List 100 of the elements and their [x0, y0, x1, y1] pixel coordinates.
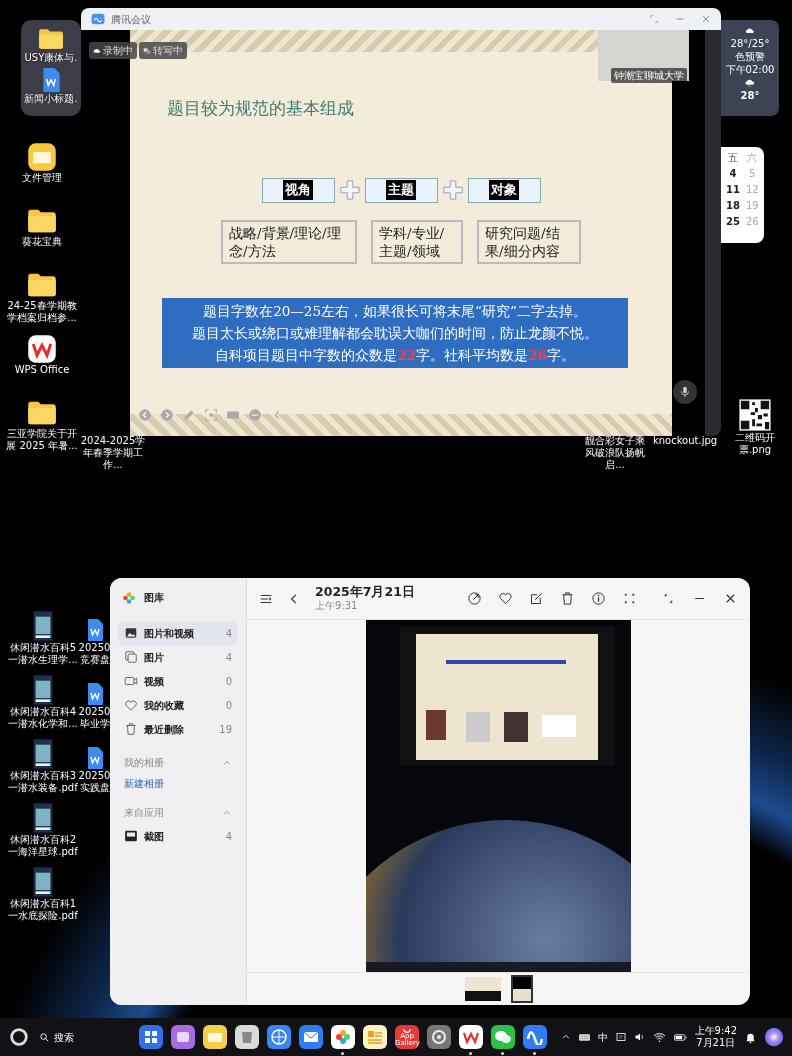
file-label[interactable]: 20250 实践盘 — [78, 770, 111, 794]
header-label: 视角 — [283, 180, 313, 200]
taskbar-app[interactable] — [203, 1025, 227, 1049]
file-label[interactable]: 20250 竞赛盘 — [78, 642, 111, 666]
folder-icon[interactable] — [38, 26, 64, 52]
photo-time: 上午9:31 — [315, 600, 359, 611]
window-title: 腾讯会议 — [111, 12, 151, 27]
share-icon[interactable] — [467, 591, 482, 606]
calendar-day: 26 — [745, 216, 759, 228]
taskbar-app[interactable] — [267, 1025, 291, 1049]
app-logo-icon — [91, 12, 105, 26]
photo-date: 2025年7月21日 — [315, 586, 415, 599]
folder-icon[interactable] — [27, 142, 57, 172]
video-icon — [124, 674, 138, 688]
card-icon — [367, 1029, 383, 1045]
rain-cloud-icon — [744, 77, 756, 88]
badge-label: 转写中 — [153, 44, 183, 58]
forecast-time: 下午02:00 — [725, 64, 775, 75]
wifi-icon[interactable] — [652, 1030, 666, 1044]
thumbnail[interactable] — [464, 977, 501, 1001]
calendar-day: 18 — [726, 200, 740, 212]
taskbar-app[interactable] — [427, 1025, 451, 1049]
taskbar-app[interactable] — [235, 1025, 259, 1049]
thumbnail[interactable] — [510, 975, 533, 1003]
plus-icon — [441, 179, 464, 201]
file-label[interactable]: USY康体与. — [24, 52, 78, 64]
heart-icon[interactable] — [498, 591, 513, 606]
nav-item[interactable]: 图片和视频 4 — [118, 621, 238, 645]
cloud-icon — [744, 26, 756, 36]
note-line: 题目字数在20—25左右，如果很长可将末尾“研究”二字去掉。 — [202, 301, 588, 321]
notes-icon[interactable] — [614, 1031, 627, 1043]
weather-alert-label: 色预警 — [735, 51, 765, 62]
section-heading: 我的相册 — [124, 756, 164, 770]
header-label: 对象 — [489, 180, 519, 200]
app-logo-icon — [122, 590, 136, 605]
file-label[interactable]: 休闲潜水百科3一潜水装备.pdf — [8, 770, 78, 794]
info-icon[interactable] — [591, 591, 606, 606]
window-icon — [175, 1029, 191, 1045]
clock-time[interactable]: 上午9:42 — [694, 1024, 737, 1037]
nav-item[interactable]: 最近删除 19 — [118, 717, 238, 741]
more-icon[interactable] — [622, 591, 637, 606]
chevron-up-icon[interactable] — [560, 1032, 571, 1042]
nav-item[interactable]: 视频 0 — [118, 669, 238, 693]
qr-code-icon[interactable] — [738, 398, 772, 432]
bag-icon — [403, 1027, 411, 1033]
file-label[interactable]: 新闻小标题. — [24, 93, 78, 105]
detail-box: 战略/背景/理论/理念/方法 — [221, 219, 357, 264]
microphone-button[interactable] — [673, 380, 697, 404]
file-label[interactable]: 休闲潜水百科4一潜水化学和... — [8, 706, 78, 730]
taskbar-app[interactable] — [139, 1025, 163, 1049]
microphone-icon — [678, 385, 692, 399]
clock-date[interactable]: 7月21日 — [694, 1037, 737, 1050]
file-label[interactable]: 休闲潜水百科2一海洋星球.pdf — [8, 834, 78, 858]
heart-icon — [124, 698, 138, 712]
app-name: 图库 — [144, 591, 164, 605]
trash-icon[interactable] — [560, 591, 575, 606]
file-label[interactable]: 二维码开票.png — [724, 432, 786, 456]
document-icon — [143, 46, 151, 55]
calendar-day: 4 — [729, 168, 737, 180]
grid-icon — [143, 1029, 159, 1045]
file-label[interactable]: 葵花宝典 — [22, 236, 62, 248]
file-label[interactable]: 休闲潜水百科1一水底探险.pdf — [8, 898, 78, 922]
cloud-icon — [93, 46, 101, 55]
file-label[interactable]: 三亚学院关于开展 2025 年暑... — [6, 428, 78, 452]
file-label[interactable]: 文件管理 — [22, 172, 62, 184]
edit-icon[interactable] — [529, 591, 544, 606]
trash-icon — [239, 1029, 255, 1045]
taskbar-app[interactable] — [299, 1025, 323, 1049]
flower-icon — [335, 1029, 351, 1045]
weekday-label: 六 — [747, 152, 758, 164]
nav-item[interactable]: 图片 4 — [118, 645, 238, 669]
file-label[interactable]: 20250 毕业学 — [78, 706, 111, 730]
detail-box: 学科/专业/主题/领域 — [371, 219, 463, 264]
slide-title: 题目较为规范的基本组成 — [167, 97, 355, 120]
nav-item[interactable]: 我的收藏 0 — [118, 693, 238, 717]
file-label[interactable]: 休闲潜水百科5一潜水生理学... — [8, 642, 78, 666]
wps-icon[interactable] — [27, 334, 57, 364]
file-label[interactable]: 24-25春学期教学档案归档参... — [6, 300, 78, 324]
input-method[interactable]: 中 — [597, 1029, 608, 1045]
badge-label: 录制中 — [103, 44, 133, 58]
file-label[interactable]: knockout.jpg — [650, 435, 720, 447]
temperature-range: 28°/25° — [730, 38, 770, 49]
search-button[interactable]: 搜索 — [38, 1028, 75, 1046]
meeting-icon — [527, 1029, 543, 1045]
taskbar-app[interactable] — [171, 1025, 195, 1049]
mail-icon — [303, 1029, 319, 1045]
start-icon[interactable] — [8, 1026, 30, 1048]
taskbar-app[interactable] — [363, 1025, 387, 1049]
file-label[interactable]: WPS Office — [14, 364, 70, 376]
volume-icon[interactable] — [633, 1031, 646, 1043]
header-label: 主题 — [386, 180, 416, 200]
assistant-icon[interactable] — [764, 1027, 784, 1047]
calendar-day: 12 — [745, 184, 759, 196]
file-label[interactable]: 2024-2025学年春季学期工作... — [80, 435, 146, 471]
section-heading: 来自应用 — [124, 806, 164, 820]
calendar-day: 11 — [726, 184, 740, 196]
file-label[interactable]: 靓合彩女子乘风破浪队扬帆启... — [582, 435, 648, 471]
chat-icon — [495, 1029, 511, 1045]
new-album-link[interactable]: 新建相册 — [118, 770, 238, 791]
album-item[interactable]: 截图 4 — [118, 824, 238, 848]
